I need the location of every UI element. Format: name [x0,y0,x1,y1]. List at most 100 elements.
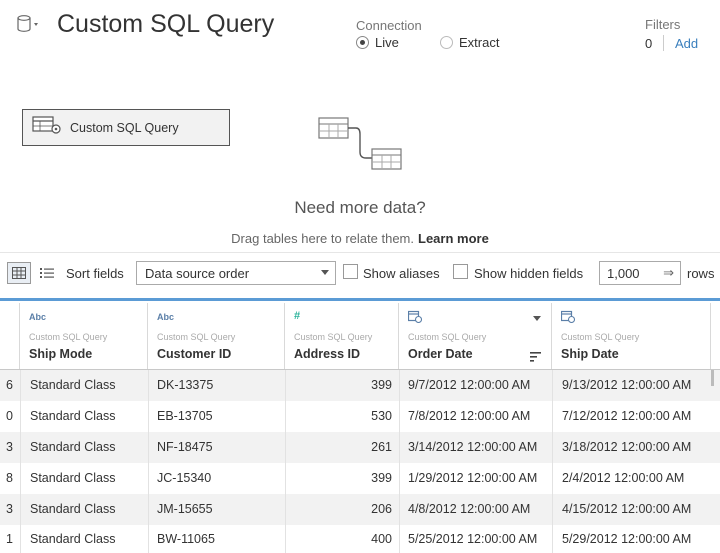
cell-ship-date: 3/18/2012 12:00:00 AM [562,440,692,454]
cell-order-date: 1/29/2012 12:00:00 AM [408,471,538,485]
cell-address-id: 530 [371,409,392,423]
column-separator [552,370,553,553]
column-separator [148,370,149,553]
vertical-scrollbar[interactable] [711,370,714,386]
row-number: 8 [6,471,13,485]
arrow-right-icon[interactable]: ⇒ [663,265,674,281]
grid-view-button[interactable] [7,262,31,284]
column-separator [285,370,286,553]
show-aliases-checkbox[interactable] [343,264,358,279]
cell-ship-mode: Standard Class [30,502,116,516]
learn-more-link[interactable]: Learn more [418,231,489,246]
column-name: Ship Date [561,347,619,361]
table-row: 8 Standard Class JC-15340 399 1/29/2012 … [0,463,720,494]
row-number: 1 [6,532,13,546]
table-row: 1 Standard Class BW-11065 400 5/25/2012 … [0,525,720,553]
grid-icon [12,267,26,279]
add-filter-link[interactable]: Add [675,36,698,51]
live-radio[interactable]: Live [356,35,399,50]
cell-ship-date: 9/13/2012 12:00:00 AM [562,378,692,392]
string-type-icon[interactable]: Abc [29,312,46,322]
sort-icon[interactable] [530,349,541,367]
cell-address-id: 399 [371,378,392,392]
rows-value: 1,000 [607,265,640,281]
list-view-button[interactable] [38,263,56,283]
column-name: Order Date [408,347,473,361]
table-row: 6 Standard Class DK-13375 399 9/7/2012 1… [0,370,720,401]
need-more-data-heading: Need more data? [294,198,426,217]
column-separator [20,370,21,553]
calendar-icon[interactable] [560,310,576,325]
radio-unselected-icon [440,36,453,49]
column-header-address-id[interactable]: # Custom SQL Query Address ID [285,303,399,369]
extract-label: Extract [459,35,500,50]
cell-ship-mode: Standard Class [30,409,116,423]
column-header-order-date[interactable]: Custom SQL Query Order Date [399,303,552,369]
column-source: Custom SQL Query [561,332,640,342]
show-hidden-fields-checkbox[interactable] [453,264,468,279]
relate-tables-icon [316,116,404,176]
column-source: Custom SQL Query [157,332,236,342]
radio-selected-icon [356,36,369,49]
drag-tables-hint: Drag tables here to relate them. Learn mo… [0,231,720,246]
rows-label: rows [687,266,715,281]
cell-order-date: 4/8/2012 12:00:00 AM [408,502,531,516]
show-hidden-fields-label[interactable]: Show hidden fields [474,266,583,281]
node-label: Custom SQL Query [70,120,179,135]
string-type-icon[interactable]: Abc [157,312,174,322]
column-source: Custom SQL Query [408,332,487,342]
row-number: 3 [6,440,13,454]
column-source: Custom SQL Query [294,332,373,342]
cell-ship-date: 2/4/2012 12:00:00 AM [562,471,685,485]
column-name: Ship Mode [29,347,93,361]
cell-order-date: 7/8/2012 12:00:00 AM [408,409,531,423]
cell-address-id: 400 [371,532,392,546]
column-header-ship-date[interactable]: Custom SQL Query Ship Date [552,303,711,369]
filters-label: Filters [645,17,681,32]
live-label: Live [375,35,399,50]
column-menu-caret-icon[interactable] [533,316,541,321]
row-number: 3 [6,502,13,516]
calendar-icon[interactable] [407,310,423,325]
custom-sql-table-icon [32,116,62,139]
cell-customer-id: BW-11065 [157,532,215,546]
grid-accent-line [0,298,720,301]
cell-ship-date: 7/12/2012 12:00:00 AM [562,409,692,423]
cell-customer-id: NF-18475 [157,440,213,454]
rows-input[interactable]: 1,000 ⇒ [599,261,681,285]
data-source-icon[interactable] [16,14,40,36]
cell-ship-mode: Standard Class [30,440,116,454]
show-aliases-label[interactable]: Show aliases [363,266,440,281]
column-name: Address ID [294,347,360,361]
number-type-icon[interactable]: # [294,310,300,322]
chevron-down-icon [321,270,329,275]
filters-count: 0 [645,36,653,51]
cell-ship-mode: Standard Class [30,378,116,392]
cell-ship-mode: Standard Class [30,532,116,546]
cell-order-date: 5/25/2012 12:00:00 AM [408,532,538,546]
column-header-ship-mode[interactable]: Abc Custom SQL Query Ship Mode [20,303,148,369]
sort-fields-label: Sort fields [66,266,124,281]
filters-divider [663,35,664,51]
cell-address-id: 399 [371,471,392,485]
column-header-customer-id[interactable]: Abc Custom SQL Query Customer ID [148,303,285,369]
row-number-header [0,303,20,369]
column-source: Custom SQL Query [29,332,108,342]
table-row: 0 Standard Class EB-13705 530 7/8/2012 1… [0,401,720,432]
column-name: Customer ID [157,347,232,361]
cell-address-id: 261 [371,440,392,454]
cell-ship-mode: Standard Class [30,471,116,485]
cell-ship-date: 5/29/2012 12:00:00 AM [562,532,692,546]
column-separator [399,370,400,553]
cell-order-date: 9/7/2012 12:00:00 AM [408,378,531,392]
sort-fields-select[interactable]: Data source order [136,261,336,285]
list-icon [40,268,54,278]
extract-radio[interactable]: Extract [440,35,499,50]
row-number: 6 [6,378,13,392]
cell-customer-id: JM-15655 [157,502,213,516]
cell-customer-id: JC-15340 [157,471,212,485]
cell-address-id: 206 [371,502,392,516]
table-row: 3 Standard Class NF-18475 261 3/14/2012 … [0,432,720,463]
custom-sql-query-node[interactable]: Custom SQL Query [22,109,230,146]
page-title[interactable]: Custom SQL Query [57,10,274,39]
